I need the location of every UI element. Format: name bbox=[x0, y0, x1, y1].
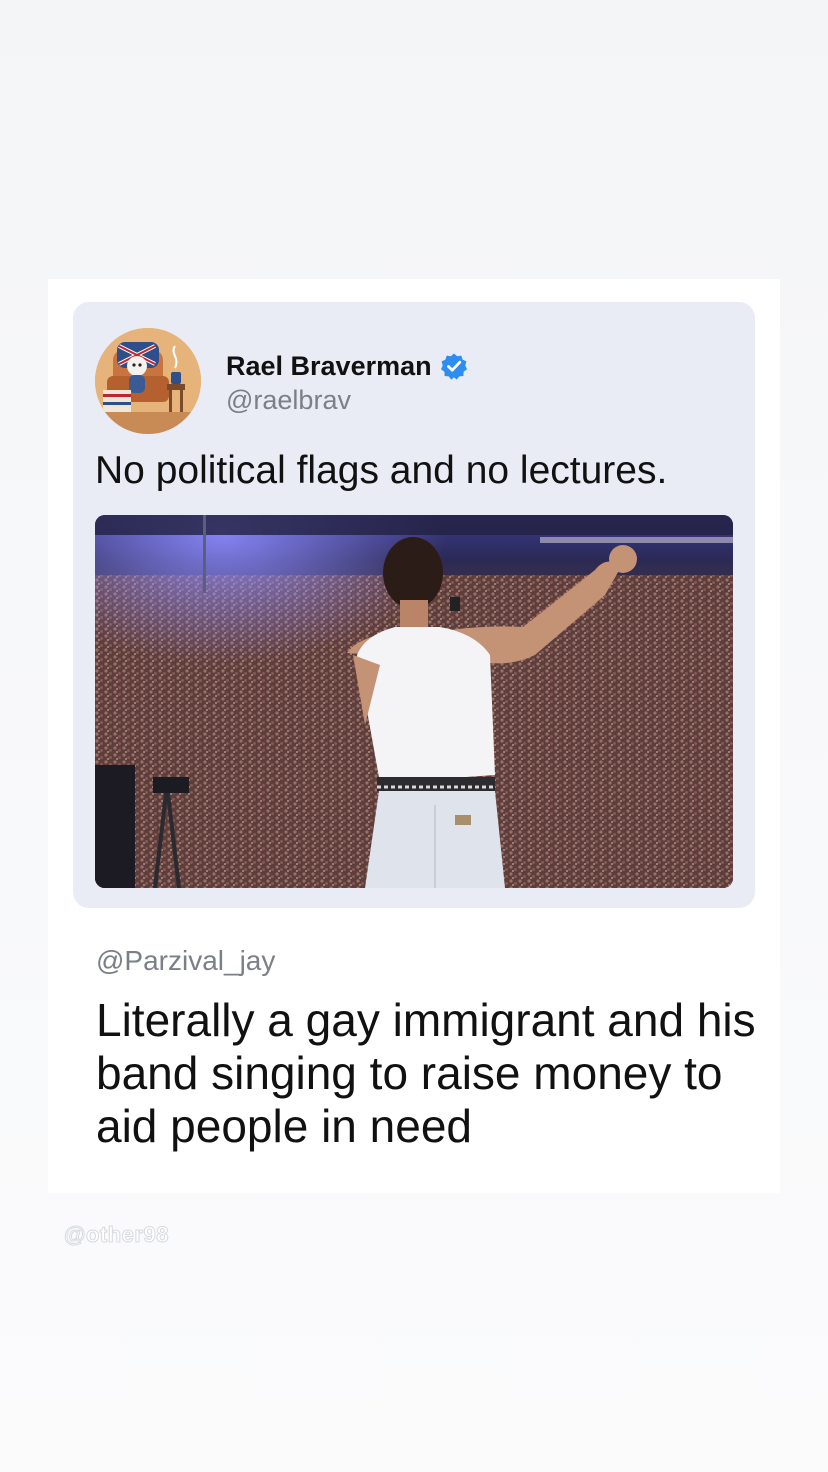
quoted-post[interactable]: Rael Braverman @raelbrav No political fl… bbox=[73, 302, 755, 908]
reply-text: Literally a gay immigrant and his band s… bbox=[96, 994, 756, 1152]
concert-photo-icon bbox=[95, 515, 733, 888]
author-row: Rael Braverman bbox=[226, 349, 468, 383]
avatar[interactable] bbox=[95, 328, 201, 434]
quoted-post-text: No political flags and no lectures. bbox=[95, 449, 668, 492]
author-name[interactable]: Rael Braverman bbox=[226, 351, 432, 382]
verified-badge-icon bbox=[440, 353, 467, 380]
watermark: @other98 bbox=[64, 1222, 169, 1248]
post-card: Rael Braverman @raelbrav No political fl… bbox=[48, 279, 780, 1193]
reply-handle[interactable]: @Parzival_jay bbox=[96, 945, 275, 977]
post-media[interactable] bbox=[95, 515, 733, 888]
author-handle[interactable]: @raelbrav bbox=[226, 385, 351, 416]
avatar-image-icon bbox=[95, 328, 201, 434]
